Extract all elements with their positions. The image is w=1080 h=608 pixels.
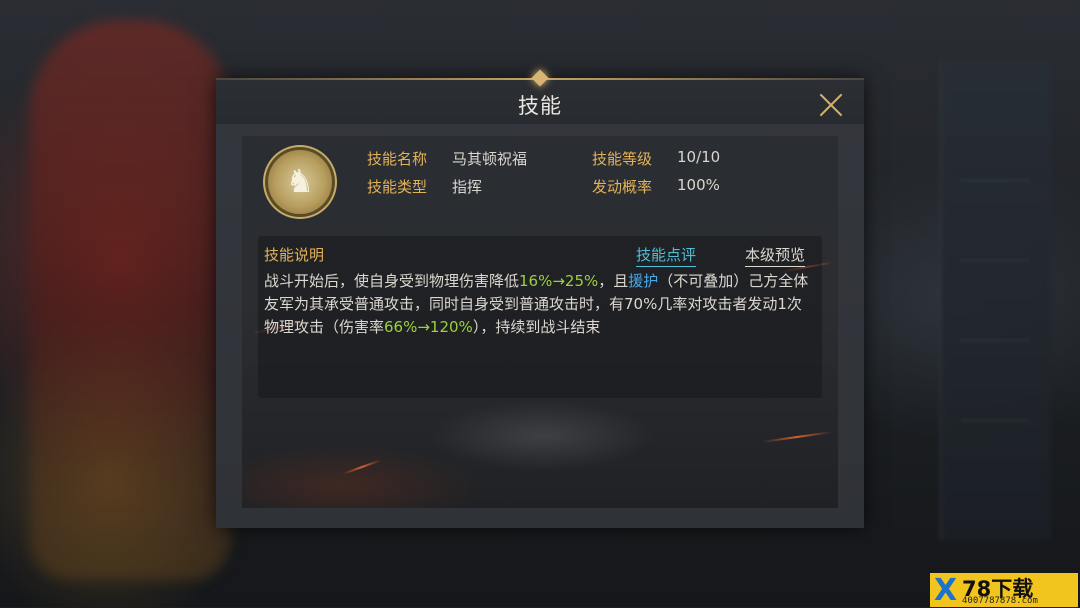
skill-review-link[interactable]: 技能点评 [636,244,697,267]
description-title: 技能说明 [264,246,325,264]
background-general-figure [30,20,230,580]
background-side-slot [960,200,1030,261]
watermark-x-icon: X [934,573,958,608]
close-icon[interactable] [816,90,846,120]
ember-decoration [342,459,382,475]
skill-name-label: 技能名称 [367,150,428,168]
skill-type-value: 指挥 [452,178,483,196]
background-side-slot [960,360,1030,421]
background-side-slot [960,120,1030,181]
activation-chance-label: 发动概率 [592,178,653,196]
watermark-logo: X 78下载 4007787878.com [930,573,1078,608]
damage-reduction-highlight: 16%→25% [519,272,599,290]
skill-level-value: 10/10 [677,148,721,166]
skill-name-value: 马其顿祝福 [452,150,528,168]
skill-type-label: 技能类型 [367,178,428,196]
dialog-header: 技能 [216,80,864,124]
ember-decoration [762,431,832,443]
description-segment: ），持续到战斗结束 [472,318,601,336]
damage-rate-highlight: 66%→120% [384,318,473,336]
dialog-title: 技能 [518,94,562,118]
description-text: 战斗开始后，使自身受到物理伤害降低16%→25%，且援护（不可叠加）己方全体友军… [264,270,814,339]
guard-keyword[interactable]: 援护 [628,272,658,290]
skill-level-label: 技能等级 [592,150,653,168]
watermark-url: 4007787878.com [962,596,1038,606]
level-preview-link[interactable]: 本级预览 [745,244,806,267]
activation-chance-value: 100% [677,176,720,194]
skill-icon: ♞ [268,150,332,214]
cavalry-charge-skill-icon: ♞ [285,162,315,200]
description-segment: 战斗开始后，使自身受到物理伤害降低 [264,272,520,290]
description-segment: ，且 [598,272,629,290]
background-side-slot [960,280,1030,341]
